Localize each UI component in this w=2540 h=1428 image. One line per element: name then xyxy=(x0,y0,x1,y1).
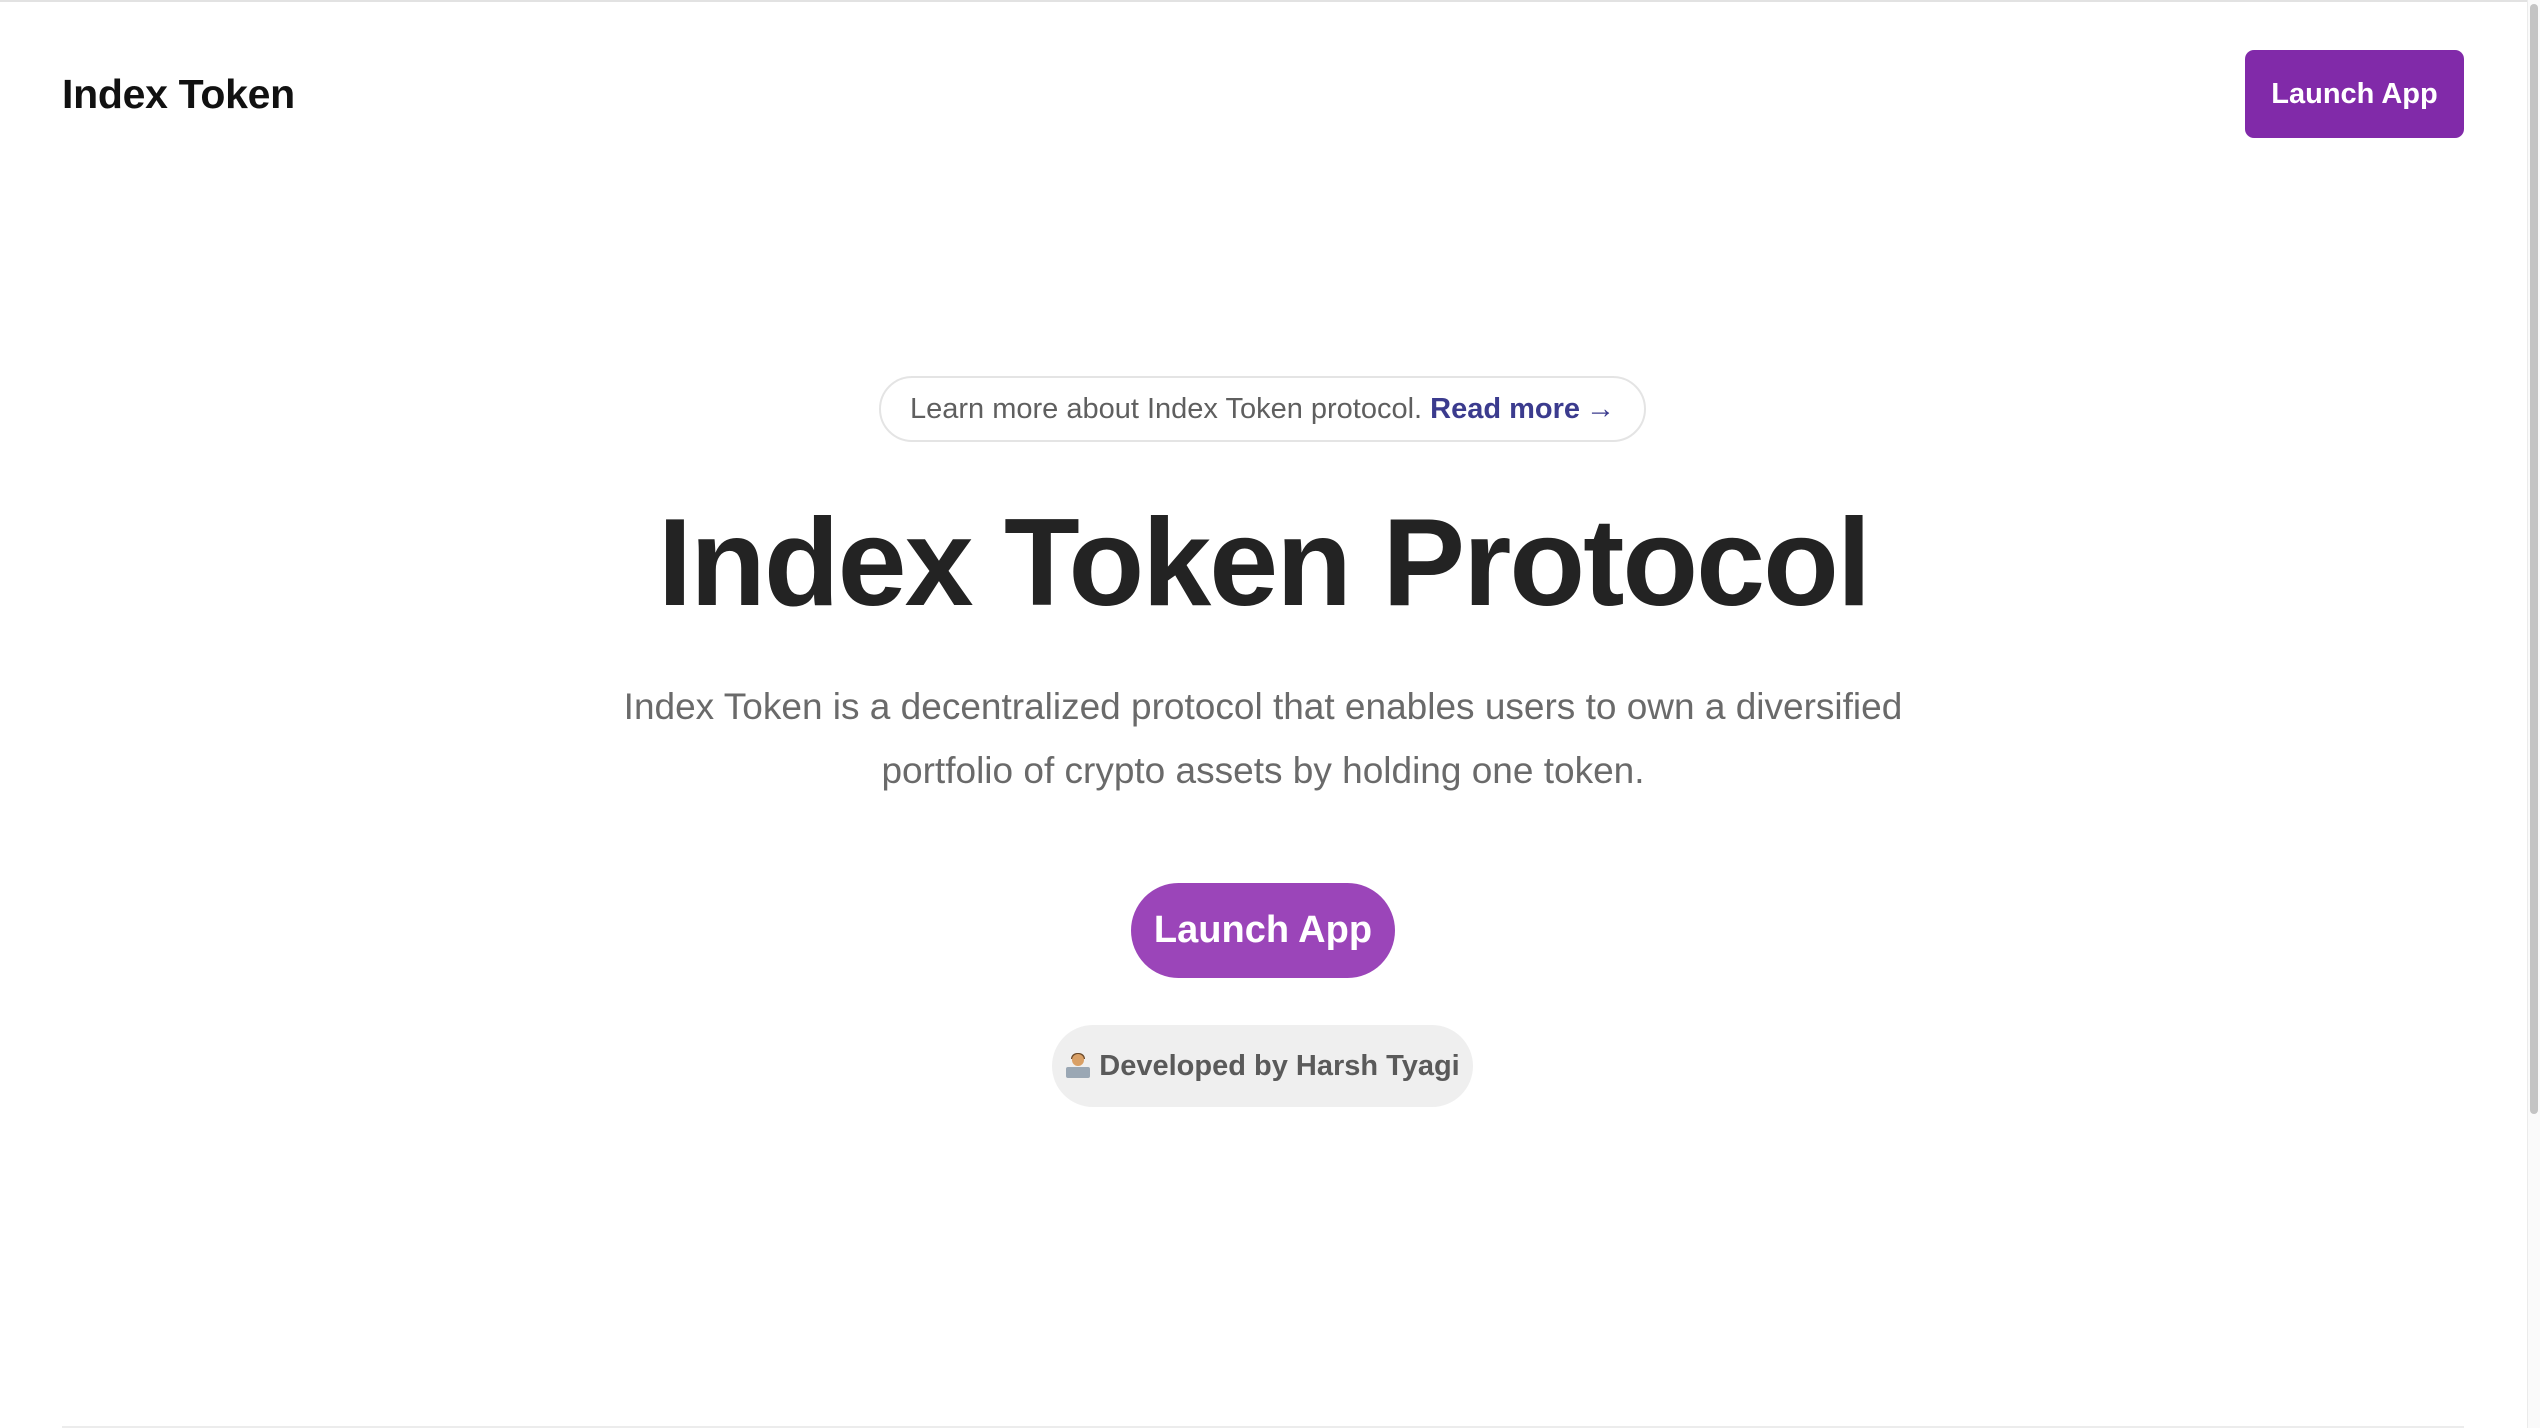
hero-description: Index Token is a decentralized protocol … xyxy=(623,686,1903,791)
developer-credit-text: Developed by Harsh Tyagi xyxy=(1099,1049,1460,1082)
read-more-label[interactable]: Read more xyxy=(1430,393,1580,425)
developer-credit-badge[interactable]: Developed by Harsh Tyagi xyxy=(1052,1025,1473,1107)
landing-page: Index Token Launch App Learn more about … xyxy=(0,0,2540,1428)
technologist-icon xyxy=(1065,1053,1091,1079)
arrow-right-icon[interactable]: → xyxy=(1586,393,1615,425)
announcement-text: Learn more about Index Token protocol. xyxy=(909,392,1423,425)
site-header: Index Token Launch App xyxy=(0,0,2540,190)
scrollbar-thumb[interactable] xyxy=(2530,4,2538,1114)
brand-logo-text[interactable]: Index Token xyxy=(62,70,295,118)
read-more-link[interactable]: Read more → xyxy=(1430,393,1615,426)
header-launch-app-button[interactable]: Launch App xyxy=(2245,50,2464,138)
hero-launch-app-button[interactable]: Launch App xyxy=(1131,883,1395,978)
announcement-pill: Learn more about Index Token protocol. R… xyxy=(879,376,1646,442)
hero-title: Index Token Protocol xyxy=(657,494,1872,632)
